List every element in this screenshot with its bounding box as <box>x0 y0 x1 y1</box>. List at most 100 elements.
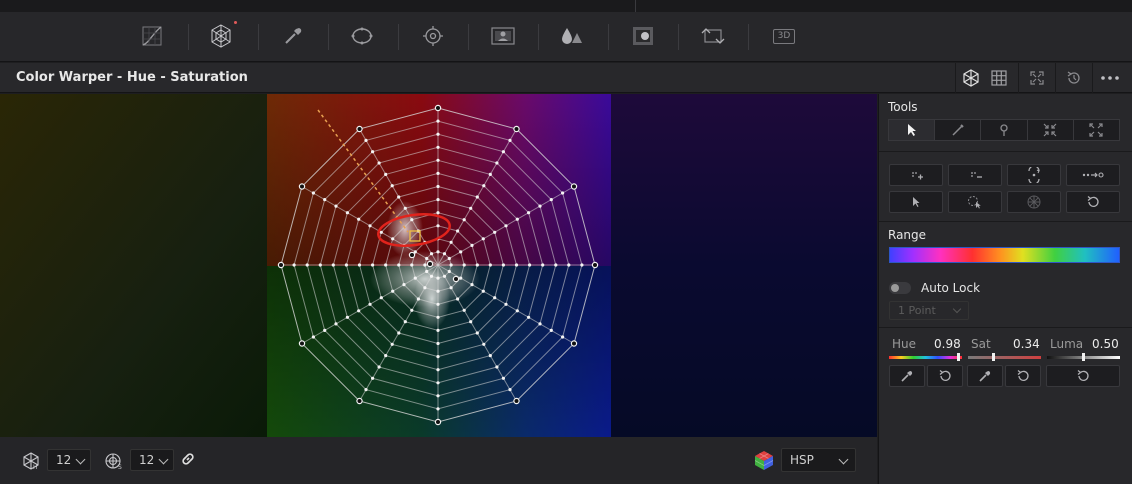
mesh-control-point[interactable] <box>410 218 414 222</box>
mesh-control-point[interactable] <box>488 354 492 358</box>
mesh-control-point[interactable] <box>356 397 363 405</box>
eyedropper-icon[interactable] <box>280 23 306 49</box>
mesh-control-point[interactable] <box>436 407 440 411</box>
mesh-control-point[interactable] <box>377 365 381 369</box>
mesh-control-point[interactable] <box>410 308 414 312</box>
mesh-control-point[interactable] <box>570 340 578 347</box>
color-warper-icon[interactable] <box>208 23 234 49</box>
mesh-control-point[interactable] <box>426 260 434 268</box>
mesh-control-point[interactable] <box>410 263 414 267</box>
mesh-control-point[interactable] <box>515 217 519 221</box>
sat-value[interactable]: 0.34 <box>1013 337 1040 351</box>
mesh-control-point[interactable] <box>527 315 531 319</box>
mesh-control-point[interactable] <box>561 191 565 195</box>
mesh-control-point[interactable] <box>311 335 315 339</box>
mesh-control-point[interactable] <box>436 171 440 175</box>
mesh-control-point[interactable] <box>384 354 388 358</box>
transform-point-button[interactable] <box>1007 164 1061 186</box>
mesh-control-point[interactable] <box>495 161 499 165</box>
sat-points-dropdown[interactable]: 12 <box>130 449 174 471</box>
mesh-control-point[interactable] <box>436 211 440 215</box>
mesh-control-point[interactable] <box>371 263 375 267</box>
mesh-control-point[interactable] <box>436 184 440 189</box>
mesh-control-point[interactable] <box>298 183 306 190</box>
color-space-dropdown[interactable]: HSP <box>781 448 856 472</box>
mesh-control-point[interactable] <box>447 256 451 261</box>
mesh-control-point[interactable] <box>436 381 440 385</box>
more-options-icon[interactable] <box>1100 68 1120 88</box>
mesh-control-point[interactable] <box>459 276 463 280</box>
mesh-control-point[interactable] <box>436 132 440 136</box>
mesh-control-point[interactable] <box>436 224 440 228</box>
mesh-control-point[interactable] <box>397 263 401 267</box>
add-point-button[interactable] <box>889 164 943 186</box>
mesh-control-point[interactable] <box>416 297 420 301</box>
hue-picker-button[interactable] <box>889 365 925 387</box>
grid-view-icon[interactable] <box>989 68 1009 88</box>
mesh-control-point[interactable] <box>425 256 429 261</box>
hue-reset-button[interactable] <box>927 365 963 387</box>
mesh-control-point[interactable] <box>449 263 453 267</box>
mesh-control-point[interactable] <box>462 218 466 222</box>
mesh-reset-button[interactable] <box>1007 191 1061 213</box>
mesh-control-point[interactable] <box>436 341 440 346</box>
tracker-icon[interactable] <box>420 23 446 49</box>
mesh-control-point[interactable] <box>368 302 372 306</box>
select-point-button[interactable] <box>889 191 943 213</box>
mesh-control-point[interactable] <box>561 335 565 339</box>
mesh-control-point[interactable] <box>452 275 460 283</box>
mesh-control-point[interactable] <box>436 302 440 306</box>
sat-slider-knob[interactable] <box>992 353 995 361</box>
mesh-control-point[interactable] <box>323 328 327 332</box>
auto-lock-toggle[interactable] <box>889 282 911 294</box>
mesh-control-point[interactable] <box>447 269 451 274</box>
sat-picker-button[interactable] <box>967 365 1003 387</box>
mesh-control-point[interactable] <box>488 172 492 176</box>
mesh-control-point[interactable] <box>408 251 416 259</box>
mesh-control-point[interactable] <box>397 331 401 335</box>
mesh-control-point[interactable] <box>390 184 394 188</box>
magic-mask-icon[interactable] <box>490 23 516 49</box>
mesh-control-point[interactable] <box>331 263 335 267</box>
mesh-control-point[interactable] <box>305 263 309 267</box>
shift-point-button[interactable] <box>1066 164 1120 186</box>
mesh-control-point[interactable] <box>436 158 440 162</box>
mesh-control-point[interactable] <box>345 315 349 319</box>
pin-icon[interactable] <box>981 120 1028 140</box>
mesh-control-point[interactable] <box>475 195 479 199</box>
mesh-control-point[interactable] <box>554 263 558 267</box>
mesh-control-point[interactable] <box>434 104 442 112</box>
contract-icon[interactable] <box>1028 120 1074 140</box>
mesh-control-point[interactable] <box>391 289 395 293</box>
mesh-control-point[interactable] <box>384 263 388 267</box>
mesh-control-point[interactable] <box>423 263 427 267</box>
mesh-control-point[interactable] <box>423 286 427 290</box>
mesh-control-point[interactable] <box>488 263 492 267</box>
mesh-control-point[interactable] <box>513 125 520 133</box>
mesh-control-point[interactable] <box>570 183 578 190</box>
mesh-control-point[interactable] <box>371 376 375 380</box>
mesh-control-point[interactable] <box>436 250 440 254</box>
mesh-control-point[interactable] <box>429 252 434 256</box>
mesh-control-point[interactable] <box>436 315 440 319</box>
mesh-control-point[interactable] <box>462 263 466 267</box>
mesh-control-point[interactable] <box>501 150 505 154</box>
pen-icon[interactable] <box>935 120 982 140</box>
mesh-control-point[interactable] <box>449 286 453 290</box>
mesh-control-point[interactable] <box>504 302 508 306</box>
mesh-control-point[interactable] <box>357 263 362 267</box>
mesh-control-point[interactable] <box>591 261 599 269</box>
mesh-control-point[interactable] <box>397 195 401 199</box>
mesh-control-point[interactable] <box>334 204 338 208</box>
curves-icon[interactable] <box>139 23 165 49</box>
luma-reset-button[interactable] <box>1046 365 1120 387</box>
hue-slider-knob[interactable] <box>957 353 960 361</box>
hue-range-bar[interactable] <box>889 247 1120 263</box>
mesh-control-point[interactable] <box>481 237 485 241</box>
mesh-control-point[interactable] <box>323 198 327 202</box>
mesh-control-point[interactable] <box>379 296 383 300</box>
mesh-control-point[interactable] <box>515 309 519 313</box>
reset-icon[interactable] <box>1064 68 1084 88</box>
mesh-control-point[interactable] <box>436 355 440 359</box>
mesh-control-point[interactable] <box>371 150 375 154</box>
